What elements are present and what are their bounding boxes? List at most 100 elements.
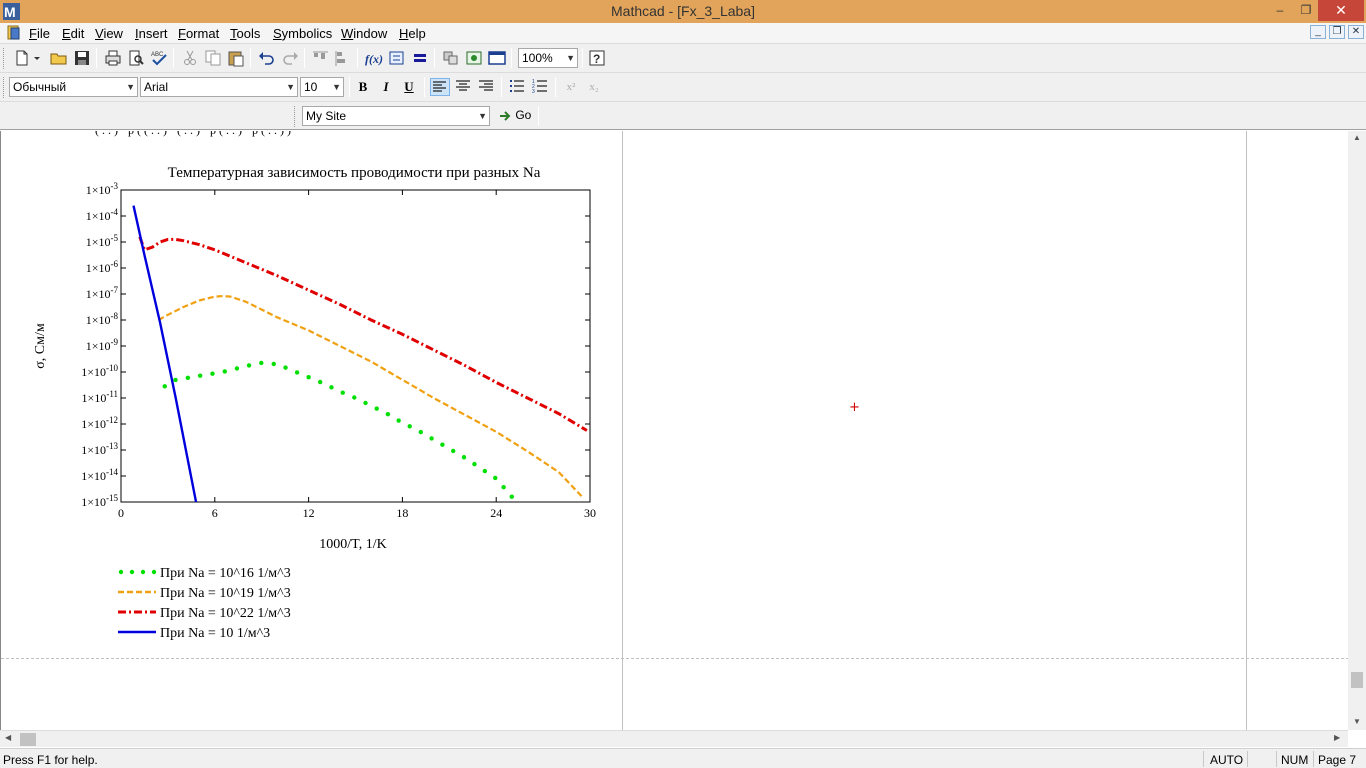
minimize-button[interactable]: –: [1266, 0, 1294, 21]
chevron-down-icon: ▼: [478, 111, 487, 121]
resources-icon[interactable]: [464, 49, 484, 67]
window-icon[interactable]: [487, 49, 507, 67]
calculate-icon[interactable]: [410, 49, 430, 67]
paste-icon[interactable]: [226, 49, 246, 67]
redo-icon[interactable]: [280, 49, 300, 67]
align-right-button[interactable]: [476, 78, 496, 96]
help-icon[interactable]: ?: [587, 49, 607, 67]
menu-edit[interactable]: Edit: [62, 26, 84, 41]
style-select[interactable]: Обычный ▼: [9, 77, 138, 97]
series-line: [138, 236, 588, 432]
y-tick-exponent: -4: [111, 207, 119, 217]
series-line: [157, 294, 583, 498]
y-tick-base: 1×10: [82, 391, 107, 405]
y-tick-label: 1×10-6: [86, 259, 119, 275]
open-folder-icon[interactable]: [49, 49, 69, 67]
vertical-scroll-thumb[interactable]: [1351, 672, 1363, 688]
menu-format[interactable]: Format: [178, 26, 219, 41]
go-button[interactable]: Go: [498, 108, 531, 126]
subscript-button[interactable]: x₂: [584, 78, 604, 96]
chevron-down-icon[interactable]: [32, 49, 42, 67]
horizontal-scrollbar[interactable]: ◀ ▶: [0, 730, 1348, 747]
y-tick-base: 1×10: [86, 261, 111, 275]
legend-swatch-dot: [151, 569, 157, 575]
y-tick-exponent: -12: [106, 415, 118, 425]
spell-check-icon[interactable]: ABC: [149, 49, 169, 67]
scroll-right-icon[interactable]: ▶: [1334, 733, 1340, 742]
bullets-button[interactable]: [507, 78, 527, 96]
mdi-restore-button[interactable]: ❐: [1329, 25, 1345, 39]
vertical-scrollbar[interactable]: ▲ ▼: [1348, 131, 1366, 730]
save-icon[interactable]: [72, 49, 92, 67]
undo-icon[interactable]: [257, 49, 277, 67]
print-icon[interactable]: [103, 49, 123, 67]
align-left-icon: [433, 81, 446, 92]
menu-file[interactable]: File: [29, 26, 50, 41]
series-point: [429, 436, 434, 441]
x-tick-label: 30: [584, 506, 596, 520]
align-across-icon[interactable]: [311, 49, 331, 67]
close-button[interactable]: ✕: [1318, 0, 1364, 21]
zoom-select[interactable]: 100% ▼: [518, 48, 578, 68]
y-tick-label: 1×10-10: [81, 363, 118, 379]
series-layer: [132, 205, 588, 503]
font-select[interactable]: Arial ▼: [140, 77, 298, 97]
site-select[interactable]: My Site ▼: [302, 106, 490, 126]
status-help-text: Press F1 for help.: [3, 753, 98, 767]
plot-title: Температурная зависимость проводимости п…: [168, 165, 541, 181]
window-title: Mathcad - [Fx_3_Laba]: [611, 3, 755, 19]
align-left-button[interactable]: [430, 78, 450, 96]
status-calc-mode: AUTO: [1210, 753, 1244, 767]
underline-button[interactable]: U: [399, 78, 419, 96]
component-icon[interactable]: [441, 49, 461, 67]
copy-icon[interactable]: [203, 49, 223, 67]
menu-tools[interactable]: Tools: [230, 26, 260, 41]
bullet-list-icon: [510, 80, 524, 92]
new-icon[interactable]: [12, 49, 32, 67]
italic-button[interactable]: I: [376, 78, 396, 96]
series-point: [451, 448, 456, 454]
font-size-select[interactable]: 10 ▼: [300, 77, 344, 97]
cut-icon[interactable]: [180, 49, 200, 67]
y-tick-base: 1×10: [81, 443, 106, 457]
toolbar-grip[interactable]: [294, 106, 297, 127]
x-tick-label: 12: [303, 506, 315, 520]
y-tick-base: 1×10: [86, 313, 111, 327]
scroll-left-icon[interactable]: ◀: [5, 733, 11, 742]
chevron-down-icon: ▼: [566, 53, 575, 63]
maximize-button[interactable]: ❐: [1292, 0, 1320, 21]
y-tick-exponent: -13: [106, 441, 118, 451]
conductivity-plot[interactable]: ( . . ) · p ( ( . . ) · ( . . ) · p ( . …: [0, 131, 640, 658]
toolbar-grip[interactable]: [3, 77, 6, 98]
superscript-button[interactable]: x²: [561, 78, 581, 96]
series-point: [352, 395, 357, 400]
scroll-up-icon[interactable]: ▲: [1348, 133, 1366, 142]
menu-view[interactable]: View: [95, 26, 123, 41]
mdi-close-button[interactable]: ✕: [1348, 25, 1364, 39]
chevron-down-icon: ▼: [286, 82, 295, 92]
y-tick-base: 1×10: [81, 495, 106, 509]
menu-symbolics[interactable]: Symbolics: [273, 26, 332, 41]
align-down-icon[interactable]: [332, 49, 352, 67]
scroll-down-icon[interactable]: ▼: [1348, 717, 1366, 726]
mdi-minimize-button[interactable]: _: [1310, 25, 1326, 39]
toolbar-grip[interactable]: [3, 48, 6, 69]
print-preview-icon[interactable]: [126, 49, 146, 67]
document-icon[interactable]: [6, 25, 22, 41]
menu-window[interactable]: Window: [341, 26, 387, 41]
x-tick-label: 24: [490, 506, 502, 520]
insert-unit-icon[interactable]: [387, 49, 407, 67]
series-point: [317, 379, 323, 385]
y-tick-base: 1×10: [86, 235, 111, 249]
menu-help[interactable]: Help: [399, 26, 426, 41]
y-tick-label: 1×10-12: [81, 415, 118, 431]
insert-function-icon[interactable]: f(x): [364, 49, 384, 67]
align-center-button[interactable]: [453, 78, 473, 96]
bold-button[interactable]: B: [353, 78, 373, 96]
numbering-button[interactable]: 123: [530, 78, 550, 96]
series-point: [440, 442, 445, 447]
horizontal-scroll-thumb[interactable]: [20, 733, 36, 746]
align-center-icon: [456, 80, 470, 91]
y-tick-label: 1×10-8: [86, 311, 119, 327]
menu-insert[interactable]: Insert: [135, 26, 168, 41]
